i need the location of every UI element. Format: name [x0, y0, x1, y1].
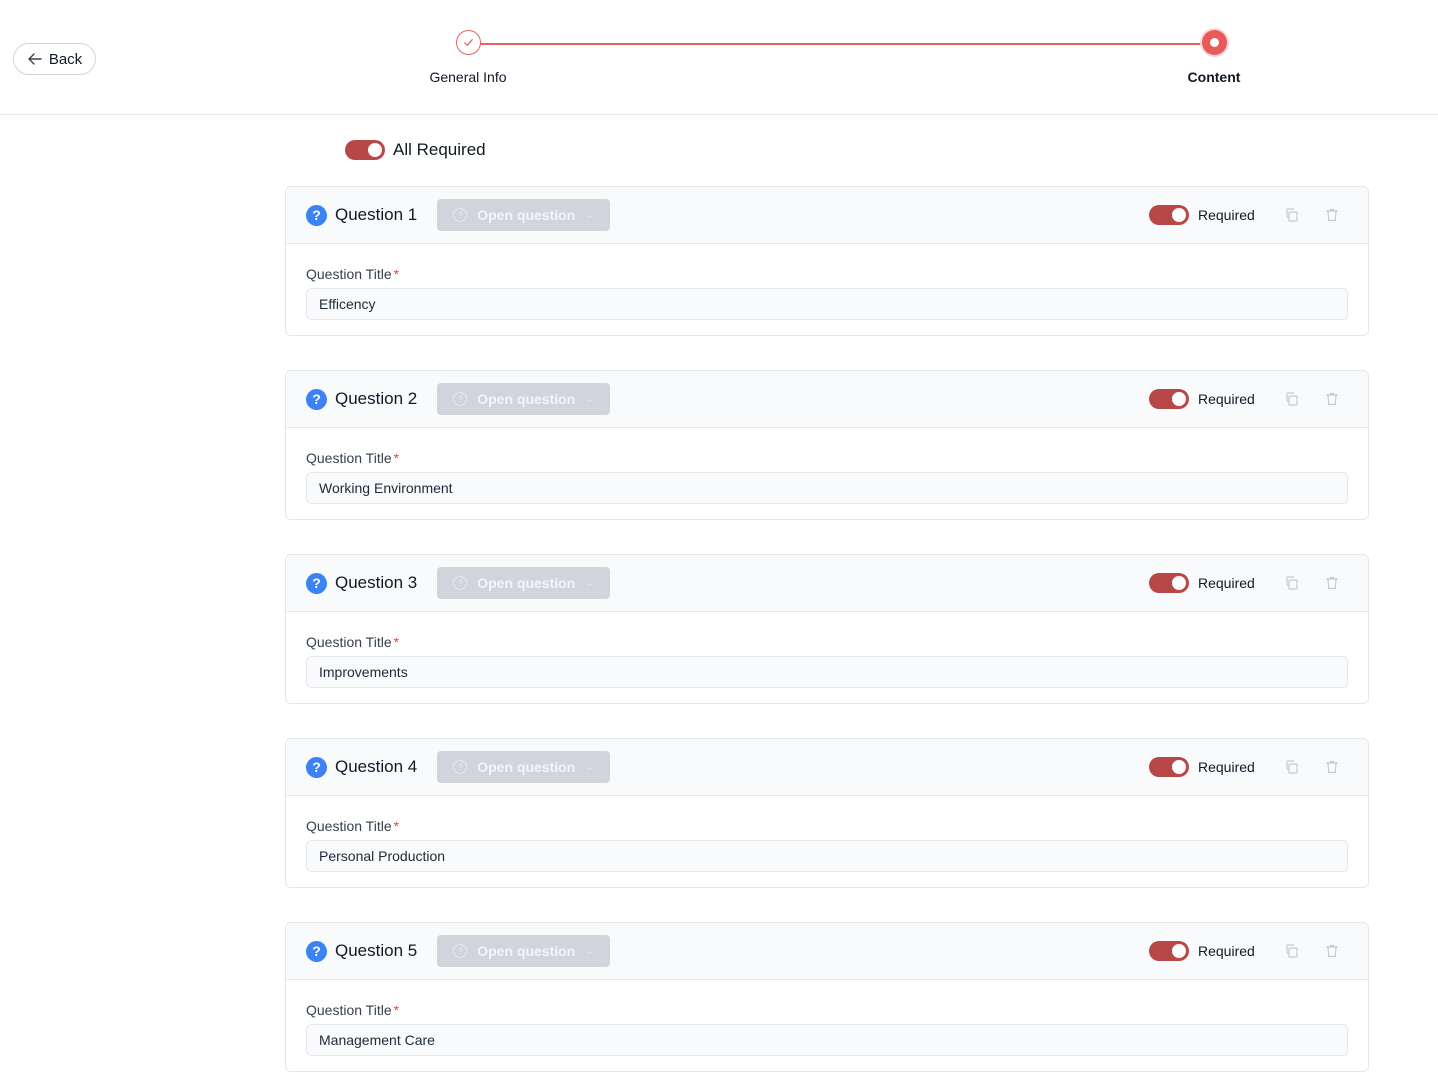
required-row: Required	[1149, 941, 1255, 961]
required-label: Required	[1198, 943, 1255, 959]
chevron-down-icon: ⌄	[585, 945, 594, 957]
question-type-label: Open question	[477, 759, 576, 775]
chevron-down-icon: ⌄	[585, 761, 594, 773]
back-button[interactable]: Back	[13, 43, 96, 75]
copy-icon[interactable]	[1284, 391, 1300, 407]
question-type-label: Open question	[477, 575, 576, 591]
question-title-label: Question Title *	[306, 266, 400, 282]
required-label: Required	[1198, 759, 1255, 775]
chevron-down-icon: ⌄	[585, 393, 594, 405]
question-type-select[interactable]: ? Open question ⌄	[437, 935, 610, 967]
question-card-body: Question Title * Improvements	[286, 612, 1368, 688]
required-label: Required	[1198, 575, 1255, 591]
question-type-label: Open question	[477, 391, 576, 407]
required-label: Required	[1198, 391, 1255, 407]
question-type-select[interactable]: ? Open question ⌄	[437, 383, 610, 415]
all-required-label: All Required	[393, 140, 486, 159]
question-icon: ?	[306, 572, 327, 594]
required-toggle[interactable]	[1149, 389, 1189, 409]
question-circle-icon: ?	[453, 576, 468, 590]
question-card-body: Question Title * Efficency	[286, 244, 1368, 320]
trash-icon[interactable]	[1324, 207, 1340, 223]
question-title-label: Question Title *	[306, 450, 400, 466]
question-circle-icon: ?	[453, 760, 468, 774]
question-card-1: ? Question 1 ? Open question ⌄ Required …	[285, 186, 1369, 336]
chevron-down-icon: ⌄	[585, 577, 594, 589]
question-card-body: Question Title * Personal Production	[286, 796, 1368, 872]
question-type-select[interactable]: ? Open question ⌄	[437, 199, 610, 231]
arrow-left-icon	[28, 53, 42, 65]
question-card-2: ? Question 2 ? Open question ⌄ Required …	[285, 370, 1369, 520]
question-title-input[interactable]: Efficency	[306, 288, 1348, 320]
step-general-info[interactable]: General Info	[420, 30, 516, 85]
question-card-body: Question Title * Working Environment	[286, 428, 1368, 504]
required-toggle[interactable]	[1149, 573, 1189, 593]
trash-icon[interactable]	[1324, 759, 1340, 775]
step-content[interactable]: Content	[1174, 30, 1254, 85]
required-row: Required	[1149, 389, 1255, 409]
question-circle-icon: ?	[453, 392, 468, 406]
question-number: Question 1	[335, 205, 418, 224]
question-number: Question 5	[335, 941, 418, 960]
all-required-row: All Required	[345, 140, 486, 160]
copy-icon[interactable]	[1284, 575, 1300, 591]
question-number: Question 4	[335, 757, 418, 776]
question-type-select[interactable]: ? Open question ⌄	[437, 751, 610, 783]
all-required-toggle[interactable]	[345, 140, 385, 160]
copy-icon[interactable]	[1284, 943, 1300, 959]
question-title-label: Question Title *	[306, 818, 400, 834]
question-card-header: ? Question 3 ? Open question ⌄ Required	[286, 555, 1368, 612]
trash-icon[interactable]	[1324, 943, 1340, 959]
question-card-4: ? Question 4 ? Open question ⌄ Required …	[285, 738, 1369, 888]
required-toggle[interactable]	[1149, 205, 1189, 225]
trash-icon[interactable]	[1324, 391, 1340, 407]
step-label: General Info	[429, 69, 507, 85]
step-active-indicator	[1201, 30, 1227, 55]
stepper-line	[468, 43, 1214, 45]
question-icon: ?	[306, 204, 327, 226]
required-row: Required	[1149, 205, 1255, 225]
back-label: Back	[48, 50, 83, 68]
question-number: Question 3	[335, 573, 418, 592]
copy-icon[interactable]	[1284, 207, 1300, 223]
question-icon: ?	[306, 940, 327, 962]
question-circle-icon: ?	[453, 944, 468, 958]
required-label: Required	[1198, 207, 1255, 223]
required-row: Required	[1149, 573, 1255, 593]
question-circle-icon: ?	[453, 208, 468, 222]
question-card-body: Question Title * Management Care	[286, 980, 1368, 1056]
question-title-input[interactable]: Improvements	[306, 656, 1348, 688]
trash-icon[interactable]	[1324, 575, 1340, 591]
chevron-down-icon: ⌄	[585, 209, 594, 221]
question-type-label: Open question	[477, 943, 576, 959]
question-title-label: Question Title *	[306, 634, 400, 650]
question-card-5: ? Question 5 ? Open question ⌄ Required …	[285, 922, 1369, 1072]
header: Back General Info Content	[0, 0, 1438, 115]
question-icon: ?	[306, 756, 327, 778]
step-label: Content	[1187, 69, 1241, 85]
required-toggle[interactable]	[1149, 941, 1189, 961]
question-number: Question 2	[335, 389, 418, 408]
question-title-input[interactable]: Personal Production	[306, 840, 1348, 872]
question-card-header: ? Question 2 ? Open question ⌄ Required	[286, 371, 1368, 428]
step-completed-indicator	[455, 30, 481, 55]
question-card-header: ? Question 5 ? Open question ⌄ Required	[286, 923, 1368, 980]
question-card-header: ? Question 4 ? Open question ⌄ Required	[286, 739, 1368, 796]
question-title-input[interactable]: Management Care	[306, 1024, 1348, 1056]
question-card-header: ? Question 1 ? Open question ⌄ Required	[286, 187, 1368, 244]
stepper: General Info Content	[420, 30, 1250, 90]
required-toggle[interactable]	[1149, 757, 1189, 777]
question-card-3: ? Question 3 ? Open question ⌄ Required …	[285, 554, 1369, 704]
required-row: Required	[1149, 757, 1255, 777]
question-title-input[interactable]: Working Environment	[306, 472, 1348, 504]
question-type-label: Open question	[477, 207, 576, 223]
question-title-label: Question Title *	[306, 1002, 400, 1018]
check-icon	[463, 39, 473, 46]
question-type-select[interactable]: ? Open question ⌄	[437, 567, 610, 599]
question-icon: ?	[306, 388, 327, 410]
copy-icon[interactable]	[1284, 759, 1300, 775]
